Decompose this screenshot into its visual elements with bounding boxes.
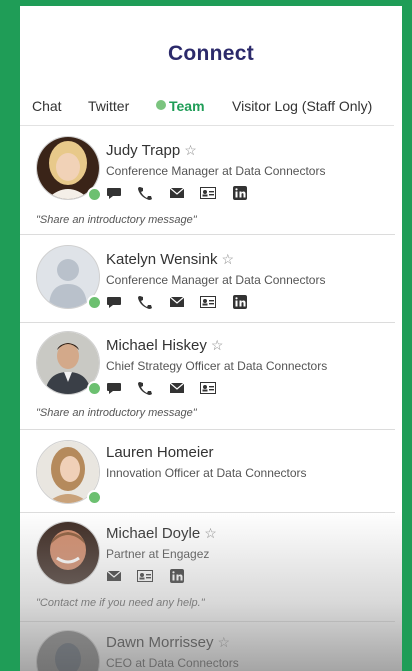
online-dot-icon	[156, 100, 166, 110]
person-name[interactable]: Katelyn Wensink ☆	[106, 251, 234, 268]
list-item[interactable]: Dawn Morrissey ☆ CEO at Data Connectors	[20, 622, 395, 671]
vcard-icon[interactable]	[200, 186, 217, 200]
online-status-dot	[87, 381, 102, 396]
contact-icons	[106, 567, 196, 583]
linkedin-icon[interactable]	[169, 568, 185, 583]
tab-team-label: Team	[169, 98, 205, 114]
connect-panel: Connect Chat Twitter Team Visitor Log (S…	[20, 6, 402, 671]
favorite-star-icon[interactable]: ☆	[211, 337, 224, 353]
favorite-star-icon[interactable]: ☆	[184, 142, 197, 158]
contact-icons	[106, 379, 227, 395]
person-name[interactable]: Michael Doyle ☆	[106, 525, 217, 542]
favorite-star-icon[interactable]: ☆	[221, 251, 234, 267]
list-item[interactable]: Michael Doyle ☆ Partner at Engagez "Conta…	[20, 513, 395, 622]
chat-icon[interactable]	[106, 295, 122, 309]
chat-icon[interactable]	[106, 381, 122, 395]
email-icon[interactable]	[169, 381, 185, 395]
person-name[interactable]: Lauren Homeier	[106, 444, 214, 461]
vcard-icon[interactable]	[200, 381, 217, 395]
list-item[interactable]: Michael Hiskey ☆ Chief Strategy Officer a…	[20, 323, 395, 430]
email-icon[interactable]	[169, 186, 185, 200]
window-left-border	[0, 0, 20, 671]
email-icon[interactable]	[106, 569, 122, 583]
list-item[interactable]: Katelyn Wensink ☆ Conference Manager at D…	[20, 235, 395, 323]
phone-icon[interactable]	[137, 186, 153, 200]
person-role: Chief Strategy Officer at Data Connector…	[106, 359, 328, 373]
team-list: Judy Trapp ☆ Conference Manager at Data C…	[20, 126, 395, 671]
intro-message: "Contact me if you need any help."	[36, 597, 205, 609]
intro-message: "Share an introductory message"	[36, 214, 197, 226]
person-name[interactable]: Michael Hiskey ☆	[106, 337, 223, 354]
contact-icons	[106, 293, 259, 309]
person-name[interactable]: Dawn Morrissey ☆	[106, 634, 230, 651]
tab-team[interactable]: Team	[156, 98, 205, 114]
chat-icon[interactable]	[106, 186, 122, 200]
person-role: CEO at Data Connectors	[106, 656, 239, 670]
window-right-border	[402, 0, 412, 671]
list-item[interactable]: Lauren Homeier Innovation Officer at Dat…	[20, 430, 395, 513]
phone-icon[interactable]	[137, 295, 153, 309]
email-icon[interactable]	[169, 295, 185, 309]
avatar	[36, 630, 100, 671]
person-role: Partner at Engagez	[106, 547, 210, 561]
avatar	[36, 521, 100, 585]
page-title: Connect	[167, 42, 255, 65]
person-role: Conference Manager at Data Connectors	[106, 273, 326, 287]
vcard-icon[interactable]	[137, 569, 154, 583]
online-status-dot	[87, 490, 102, 505]
person-name[interactable]: Judy Trapp ☆	[106, 142, 197, 159]
list-item[interactable]: Judy Trapp ☆ Conference Manager at Data C…	[20, 126, 395, 235]
tab-bar: Chat Twitter Team Visitor Log (Staff Onl…	[20, 98, 402, 122]
tab-twitter[interactable]: Twitter	[88, 98, 129, 114]
tab-chat[interactable]: Chat	[32, 98, 62, 114]
phone-icon[interactable]	[137, 381, 153, 395]
intro-message: "Share an introductory message"	[36, 407, 197, 419]
vcard-icon[interactable]	[200, 295, 217, 309]
contact-icons	[106, 184, 259, 200]
tab-visitor-log[interactable]: Visitor Log (Staff Only)	[232, 98, 372, 114]
linkedin-icon[interactable]	[232, 185, 248, 200]
favorite-star-icon[interactable]: ☆	[218, 634, 231, 650]
online-status-dot	[87, 295, 102, 310]
online-status-dot	[87, 187, 102, 202]
person-role: Innovation Officer at Data Connectors	[106, 466, 307, 480]
person-role: Conference Manager at Data Connectors	[106, 164, 326, 178]
favorite-star-icon[interactable]: ☆	[204, 525, 217, 541]
linkedin-icon[interactable]	[232, 294, 248, 309]
